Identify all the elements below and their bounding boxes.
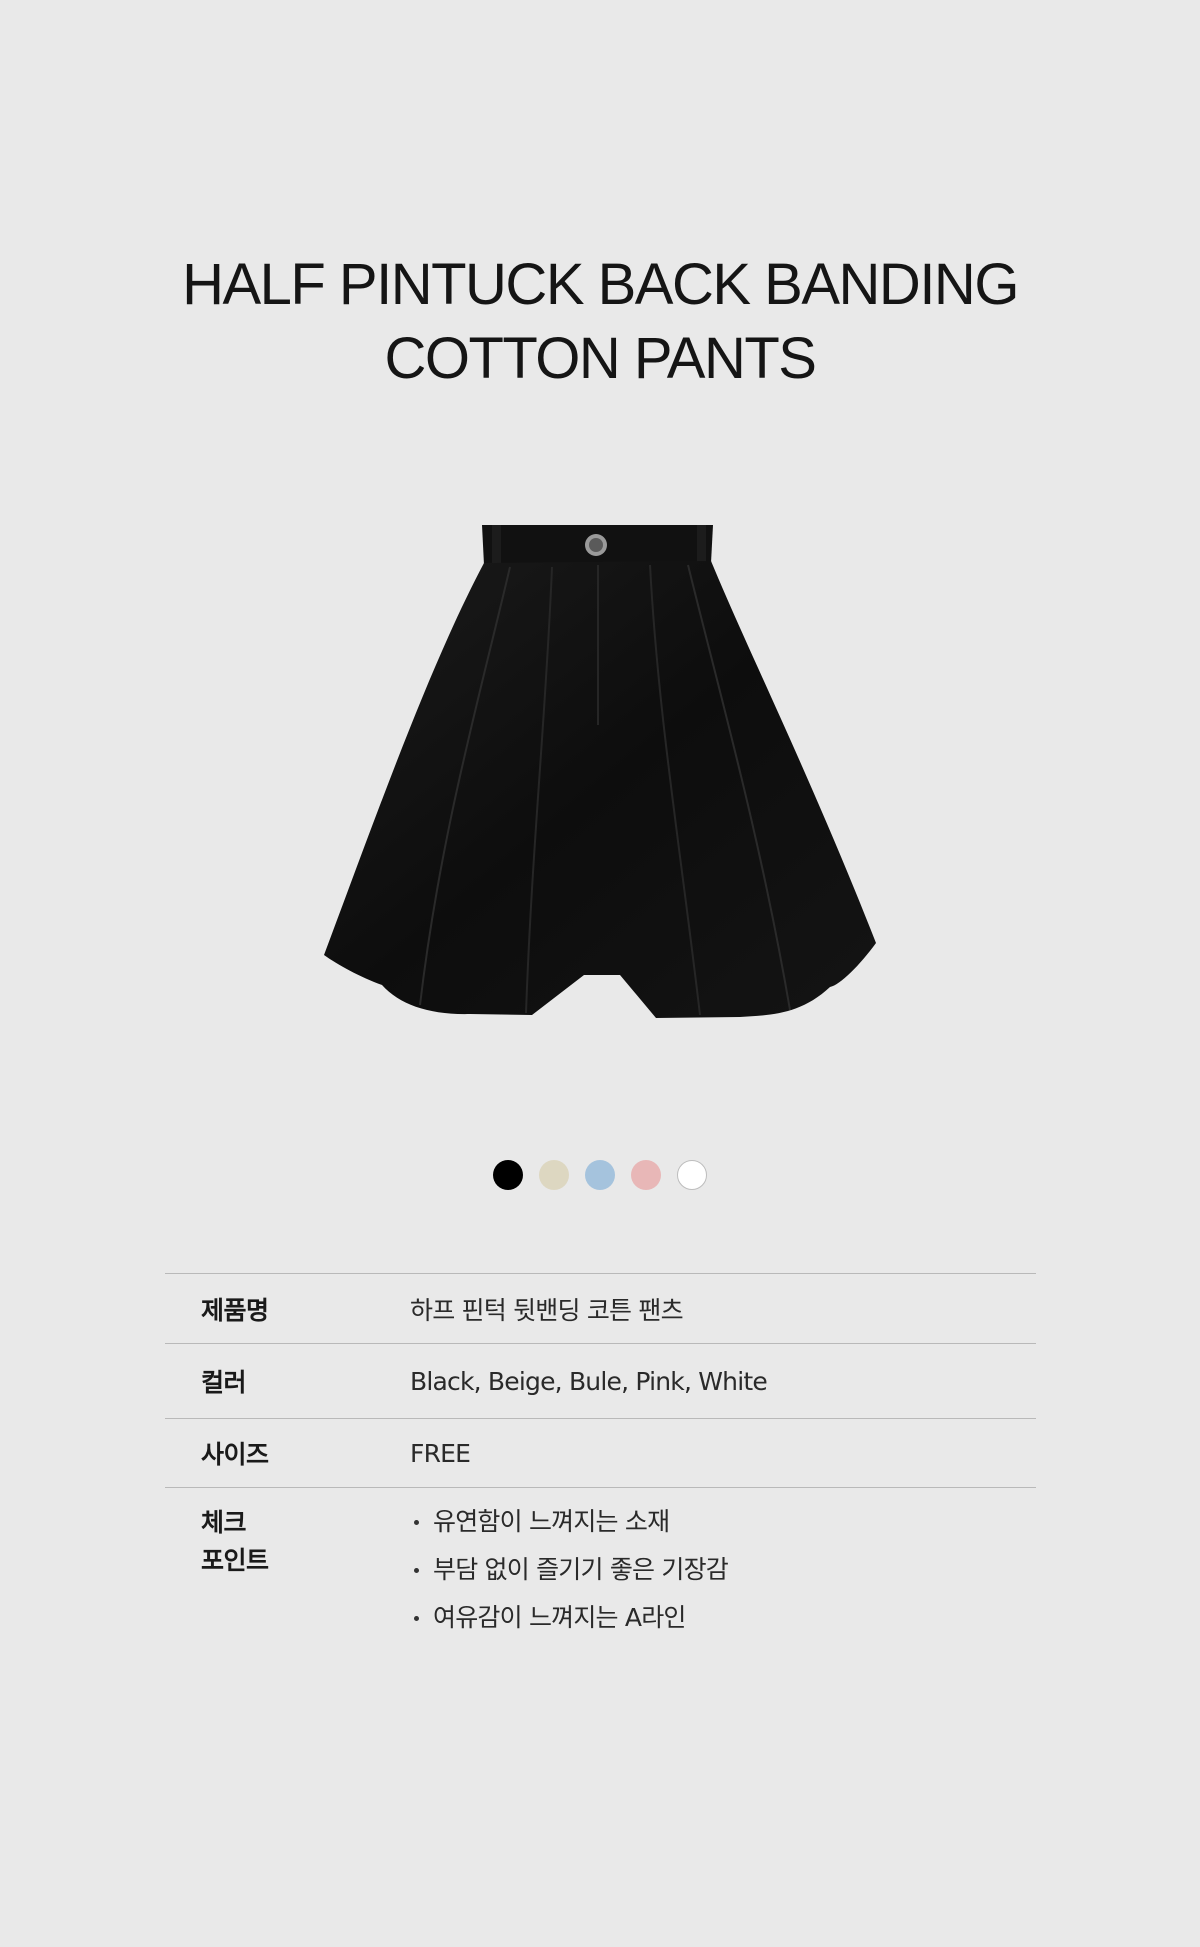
spec-row-color: 컬러 Black, Beige, Bule, Pink, White	[165, 1344, 1036, 1419]
spec-label-size: 사이즈	[201, 1440, 269, 1469]
spec-label-product-name: 제품명	[201, 1295, 269, 1325]
spec-label-check-points: 체크 포인트	[201, 1508, 269, 1575]
page-title: HALF PINTUCK BACK BANDING COTTON PANTS	[0, 248, 1200, 396]
check-point-item: 부담 없이 즐기기 좋은 기장감	[410, 1546, 1036, 1594]
title-line-2: COTTON PANTS	[384, 326, 818, 391]
title-line-1: HALF PINTUCK BACK BANDING	[182, 252, 1019, 317]
spec-value-size: FREE	[410, 1438, 471, 1468]
check-point-list: 유연함이 느껴지는 소재 부담 없이 즐기기 좋은 기장감 여유감이 느껴지는 …	[410, 1504, 1036, 1642]
spec-row-check-points: 체크 포인트 유연함이 느껴지는 소재 부담 없이 즐기기 좋은 기장감 여유감…	[165, 1488, 1036, 1642]
swatch-blue[interactable]	[585, 1160, 615, 1190]
swatch-white[interactable]	[677, 1160, 707, 1190]
spec-row-size: 사이즈 FREE	[165, 1419, 1036, 1488]
spec-value-color: Black, Beige, Bule, Pink, White	[410, 1366, 768, 1396]
color-swatches	[0, 1160, 1200, 1190]
check-point-item: 여유감이 느껴지는 A라인	[410, 1594, 1036, 1642]
swatch-pink[interactable]	[631, 1160, 661, 1190]
check-point-item: 유연함이 느껴지는 소재	[410, 1498, 1036, 1546]
swatch-beige[interactable]	[539, 1160, 569, 1190]
spec-label-color: 컬러	[201, 1368, 247, 1397]
swatch-black[interactable]	[493, 1160, 523, 1190]
spec-value-product-name: 하프 핀턱 뒷밴딩 코튼 팬츠	[410, 1295, 684, 1325]
product-image	[324, 525, 876, 1018]
spec-row-product-name: 제품명 하프 핀턱 뒷밴딩 코튼 팬츠	[165, 1274, 1036, 1344]
spec-table: 제품명 하프 핀턱 뒷밴딩 코튼 팬츠 컬러 Black, Beige, Bul…	[165, 1273, 1036, 1642]
